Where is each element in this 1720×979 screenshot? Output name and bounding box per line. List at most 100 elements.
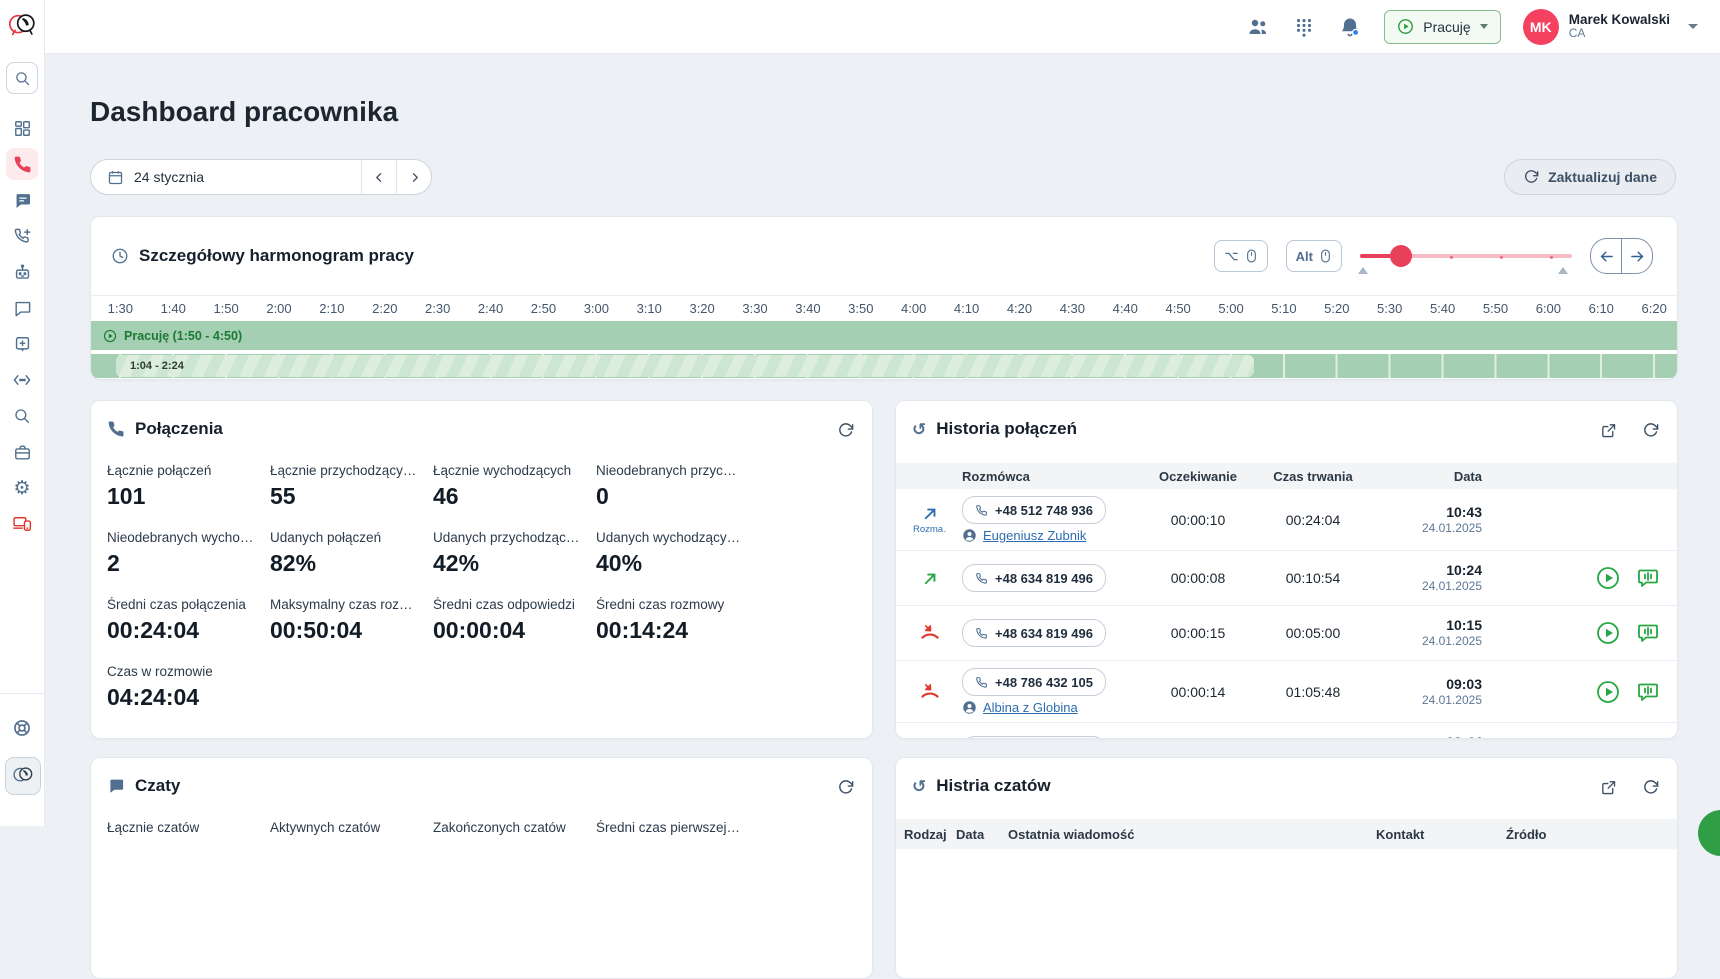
contact-link[interactable]: Eugeniusz Zubnik <box>962 528 1086 543</box>
stat-label: Łącznie przychodzący… <box>270 463 420 478</box>
open-external-button[interactable] <box>1597 776 1619 798</box>
phone-number: +48 786 432 105 <box>995 675 1093 690</box>
stat-value: 42% <box>433 550 596 577</box>
sidebar-item-search[interactable] <box>6 400 38 432</box>
stat-label: Aktywnych czatów <box>270 820 420 835</box>
chat-widget-button[interactable] <box>1698 810 1720 856</box>
call-history-row: Rozma… +48 512 748 936 Eugeniusz Zubnik … <box>896 489 1677 551</box>
stat-label: Udanych wychodzący… <box>596 530 746 545</box>
timeline-forward-button[interactable] <box>1621 239 1652 273</box>
timeline-tick: 4:20 <box>993 296 1046 316</box>
activity-bar[interactable]: 1:04 - 2:24 <box>116 355 1254 377</box>
sidebar-item-conversations[interactable] <box>6 292 38 324</box>
sidebar-search-button[interactable] <box>6 62 38 94</box>
play-recording-button[interactable] <box>1595 737 1621 739</box>
phone-number-chip[interactable]: +48 634 819 496 <box>962 619 1106 647</box>
call-history-row: +48 634 819 496 00:00:04 00:44:04 08:44 … <box>896 723 1677 739</box>
sidebar-item-dashboard[interactable] <box>6 112 38 144</box>
work-status-label: Pracuję <box>1423 19 1470 35</box>
open-external-button[interactable] <box>1597 419 1619 441</box>
transcription-button[interactable] <box>1635 620 1661 646</box>
stat-card: Udanych przychodząc… 42% <box>433 530 596 577</box>
chat-history-title: ↺ Histria czatów <box>912 776 1051 796</box>
wait-time: 00:00:10 <box>1138 512 1258 528</box>
stat-value: 0 <box>596 483 759 510</box>
timeline-tick: 4:50 <box>1152 296 1205 316</box>
call-duration: 01:05:48 <box>1258 684 1368 700</box>
timeline-back-button[interactable] <box>1591 239 1621 273</box>
sidebar-item-integrations[interactable] <box>6 364 38 396</box>
previous-day-button[interactable] <box>361 160 396 194</box>
sidebar-item-workspace[interactable] <box>6 436 38 468</box>
missed-call-icon <box>920 623 940 643</box>
phone-number-chip[interactable]: +48 634 819 496 <box>962 564 1106 592</box>
phone-number-chip[interactable]: +48 512 748 936 <box>962 496 1106 524</box>
contacts-icon[interactable] <box>1246 15 1270 39</box>
phone-icon <box>13 155 32 174</box>
stat-label: Średni czas połączenia <box>107 597 257 612</box>
work-status-band[interactable]: Pracuję (1:50 - 4:50) <box>91 321 1677 350</box>
timeline-nav <box>1590 238 1653 274</box>
timeline-zoom-slider[interactable] <box>1360 241 1572 271</box>
sidebar: ⚙ <box>0 0 45 826</box>
timeline-tick: 5:10 <box>1257 296 1310 316</box>
stat-value: 46 <box>433 483 596 510</box>
refresh-button[interactable] <box>1639 776 1661 798</box>
stat-label: Nieodebranych wycho… <box>107 530 257 545</box>
stat-value: 55 <box>270 483 433 510</box>
stat-label: Udanych połączeń <box>270 530 420 545</box>
sidebar-brand-button[interactable] <box>5 757 41 795</box>
stat-card: Średni czas pierwszej… <box>596 820 759 840</box>
call-time: 10:24 <box>1368 561 1482 579</box>
timeline-tick: 5:50 <box>1469 296 1522 316</box>
timeline-tick: 4:00 <box>887 296 940 316</box>
phone-number-chip[interactable]: +48 634 819 496 <box>962 736 1106 739</box>
call-date: 24.01.2025 <box>1368 521 1482 537</box>
transcription-button[interactable] <box>1635 737 1661 739</box>
stat-label: Udanych przychodząc… <box>433 530 583 545</box>
phone-icon <box>975 504 988 517</box>
outgoing-call-icon <box>921 504 940 523</box>
stat-label: Maksymalny czas roz… <box>270 597 420 612</box>
play-circle-icon <box>1596 621 1620 645</box>
chevron-right-icon <box>408 171 421 184</box>
date-picker[interactable]: 24 stycznia <box>91 160 361 194</box>
transcription-button[interactable] <box>1635 565 1661 591</box>
sidebar-item-new-call[interactable] <box>6 220 38 252</box>
notifications-bell-icon[interactable] <box>1338 15 1362 39</box>
slider-handle[interactable] <box>1390 245 1412 267</box>
transcription-button[interactable] <box>1635 679 1661 705</box>
stat-card: Nieodebranych przyc… 0 <box>596 463 759 510</box>
calls-panel-title: Połączenia <box>107 419 223 439</box>
app-logo-icon[interactable] <box>7 11 37 46</box>
refresh-icon <box>1523 169 1539 185</box>
user-menu[interactable]: MK Marek Kowalski CA <box>1523 9 1698 45</box>
sidebar-item-calls[interactable] <box>6 148 38 180</box>
sidebar-item-chats[interactable] <box>6 184 38 216</box>
play-recording-button[interactable] <box>1595 565 1621 591</box>
wait-time: 00:00:15 <box>1138 625 1258 641</box>
play-recording-button[interactable] <box>1595 620 1621 646</box>
timeline-tick: 1:30 <box>94 296 147 316</box>
refresh-button[interactable] <box>1639 419 1661 441</box>
sidebar-item-devices[interactable] <box>6 508 38 540</box>
sidebar-item-settings[interactable]: ⚙ <box>6 472 38 504</box>
next-day-button[interactable] <box>396 160 431 194</box>
play-recording-button[interactable] <box>1595 679 1621 705</box>
chats-panel-title: Czaty <box>107 776 180 796</box>
sidebar-item-help[interactable] <box>6 712 38 744</box>
stat-value: 101 <box>107 483 270 510</box>
slider-range-marker <box>1358 267 1368 274</box>
stat-label: Nieodebranych przyc… <box>596 463 746 478</box>
phone-number-chip[interactable]: +48 786 432 105 <box>962 668 1106 696</box>
refresh-button[interactable] <box>834 419 856 441</box>
update-data-button[interactable]: Zaktualizuj dane <box>1504 159 1676 195</box>
refresh-button[interactable] <box>834 776 856 798</box>
mouse-scroll-icon <box>1245 249 1258 263</box>
transcript-icon <box>1636 566 1660 590</box>
contact-link[interactable]: Albina z Globina <box>962 700 1078 715</box>
sidebar-item-bots[interactable] <box>6 256 38 288</box>
dialpad-icon[interactable] <box>1292 15 1316 39</box>
work-status-dropdown[interactable]: Pracuję <box>1384 10 1500 44</box>
sidebar-item-widgets[interactable] <box>6 328 38 360</box>
